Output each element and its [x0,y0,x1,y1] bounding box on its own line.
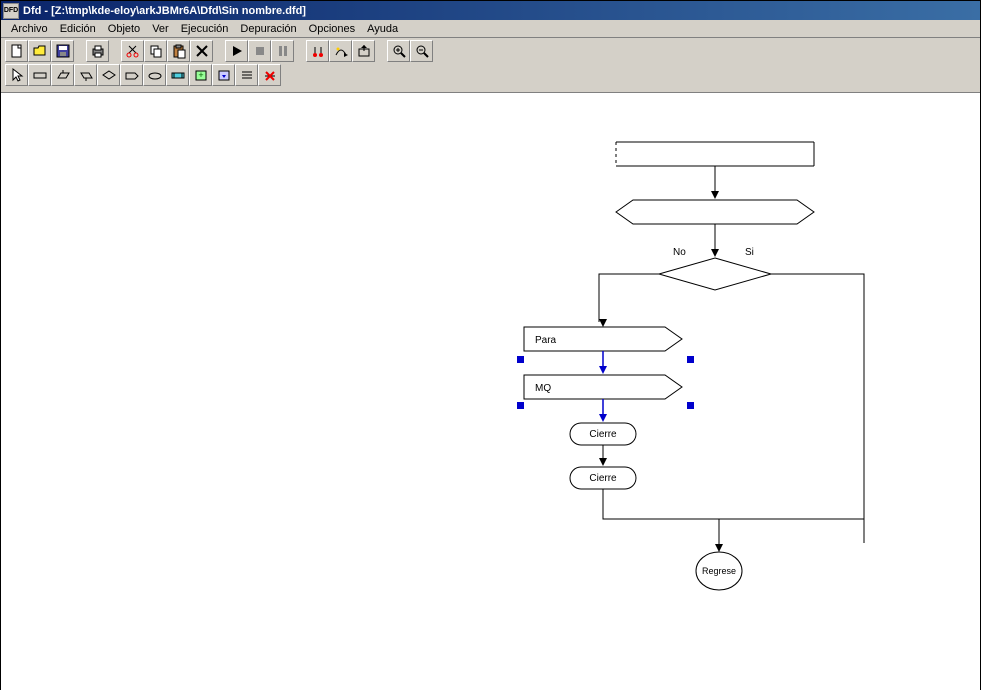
open-button[interactable] [28,40,51,62]
svg-text:Regrese: Regrese [702,566,736,576]
menu-ayuda[interactable]: Ayuda [361,22,404,36]
toolbar-group-zoom [387,40,433,62]
zoom-out-button[interactable] [410,40,433,62]
loop-while-tool[interactable] [143,64,166,86]
sel-handle[interactable] [687,356,694,363]
svg-text:Para: Para [535,335,557,346]
flow-cierre-2[interactable]: Cierre [569,466,637,490]
flow-line-si-ext [859,513,869,525]
toolbar-group-print [86,40,109,62]
flow-line-no [598,268,668,328]
svg-text:Cierre: Cierre [589,473,617,484]
flow-line-join-left [598,489,728,529]
toolbar-row-2: + [5,64,976,86]
app-icon: DFD [3,3,19,19]
toolbar-group-edit [121,40,213,62]
toolbar-group-tools: + [5,64,281,86]
input-tool[interactable] [51,64,74,86]
flow-arrow-4 [597,399,609,423]
flow-arrow-3 [597,351,609,375]
new-sub-tool[interactable]: + [189,64,212,86]
titlebar: DFD Dfd - [Z:\tmp\kde-eloy\arkJBMr6A\Dfd… [1,1,980,20]
play-button[interactable] [225,40,248,62]
titlebar-path: [Z:\tmp\kde-eloy\arkJBMr6A\Dfd\Sin nombr… [51,5,306,17]
cut-button[interactable] [121,40,144,62]
menu-opciones[interactable]: Opciones [303,22,361,36]
flow-decision[interactable] [658,257,772,291]
flow-hexagon[interactable] [615,199,815,225]
sel-handle[interactable] [687,402,694,409]
toolbar-row-1 [5,40,976,62]
process-tool[interactable] [28,64,51,86]
flow-mq[interactable]: MQ [523,374,683,400]
menu-ejecucion[interactable]: Ejecución [175,22,235,36]
step-out-button[interactable] [352,40,375,62]
step-over-button[interactable] [329,40,352,62]
copy-button[interactable] [144,40,167,62]
print-button[interactable] [86,40,109,62]
menu-archivo[interactable]: Archivo [5,22,54,36]
call-tool[interactable] [166,64,189,86]
flow-line-merge [713,513,873,553]
flow-start-block[interactable] [615,141,815,167]
menu-depuracion[interactable]: Depuración [234,22,302,36]
toolbar-group-debug [306,40,375,62]
toolbar-group-file [5,40,74,62]
pause-button[interactable] [271,40,294,62]
new-button[interactable] [5,40,28,62]
svg-text:+: + [198,70,203,80]
output-tool[interactable] [74,64,97,86]
sel-handle[interactable] [517,402,524,409]
pointer-tool[interactable] [5,64,28,86]
decision-tool[interactable] [97,64,120,86]
menu-ver[interactable]: Ver [146,22,175,36]
titlebar-app: Dfd [23,5,41,17]
flow-arrow-2 [709,224,721,258]
toolbar-area: + [1,38,980,93]
decision-si-label: Si [745,247,754,258]
menubar: Archivo Edición Objeto Ver Ejecución Dep… [1,20,980,38]
toolbar-group-run [225,40,294,62]
delete-button[interactable] [190,40,213,62]
menu-edicion[interactable]: Edición [54,22,102,36]
flow-para[interactable]: Para [523,326,683,352]
svg-text:MQ: MQ [535,383,551,394]
zoom-in-button[interactable] [387,40,410,62]
delete-sub-tool[interactable] [258,64,281,86]
open-sub-tool[interactable] [212,64,235,86]
canvas[interactable]: No Si Para MQ Cie [1,93,980,693]
flow-cierre-1[interactable]: Cierre [569,422,637,446]
menu-objeto[interactable]: Objeto [102,22,146,36]
flow-arrow-5 [597,445,609,467]
list-sub-tool[interactable] [235,64,258,86]
flow-arrow-1 [709,166,721,200]
titlebar-sep: - [41,5,51,17]
decision-no-label: No [673,247,686,258]
paste-button[interactable] [167,40,190,62]
step-into-button[interactable] [306,40,329,62]
stop-button[interactable] [248,40,271,62]
sel-handle[interactable] [517,356,524,363]
loop-for-tool[interactable] [120,64,143,86]
svg-text:Cierre: Cierre [589,429,617,440]
flow-regrese[interactable]: Regrese [695,551,743,591]
flow-line-si [769,268,869,548]
save-button[interactable] [51,40,74,62]
